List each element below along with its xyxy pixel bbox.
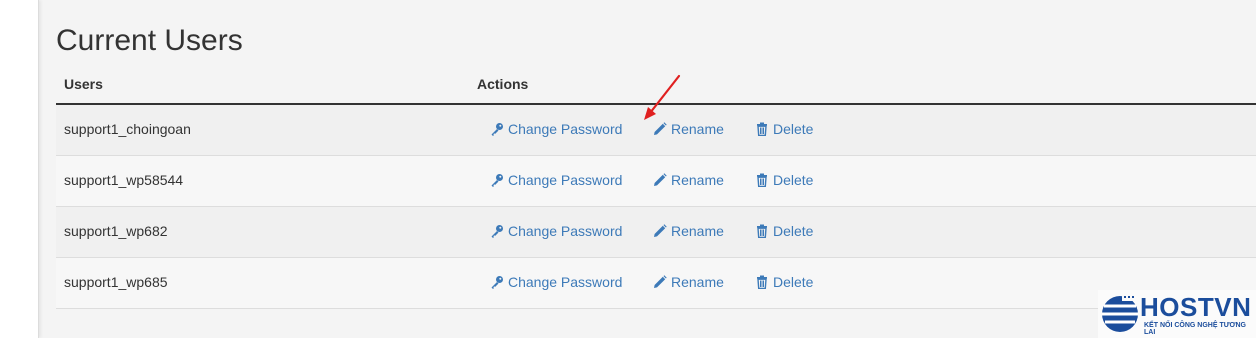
key-icon bbox=[490, 275, 504, 289]
delete-link[interactable]: Delete bbox=[755, 121, 813, 137]
key-icon bbox=[490, 224, 504, 238]
page-title: Current Users bbox=[56, 24, 243, 57]
trash-icon bbox=[755, 122, 769, 136]
key-icon bbox=[490, 122, 504, 136]
trash-icon bbox=[755, 275, 769, 289]
table-row: support1_wp682 Change Password Rename De… bbox=[56, 207, 1256, 258]
key-icon bbox=[490, 173, 504, 187]
column-header-users: Users bbox=[64, 76, 103, 92]
rename-link[interactable]: Rename bbox=[653, 121, 724, 137]
logo-name: HOSTVN bbox=[1140, 292, 1252, 322]
change-password-link[interactable]: Change Password bbox=[490, 172, 622, 188]
username-cell: support1_wp58544 bbox=[64, 172, 184, 188]
username-cell: support1_choingoan bbox=[64, 121, 191, 137]
sidebar-edge bbox=[0, 0, 39, 338]
rename-label: Rename bbox=[671, 223, 724, 239]
username-cell: support1_wp682 bbox=[64, 223, 168, 239]
column-header-actions: Actions bbox=[477, 76, 529, 92]
rename-label: Rename bbox=[671, 274, 724, 290]
rename-label: Rename bbox=[671, 172, 724, 188]
username-cell: support1_wp685 bbox=[64, 274, 168, 290]
annotation-arrow-icon bbox=[644, 74, 681, 120]
change-password-link[interactable]: Change Password bbox=[490, 274, 622, 290]
change-password-link[interactable]: Change Password bbox=[490, 121, 622, 137]
delete-link[interactable]: Delete bbox=[755, 172, 813, 188]
change-password-label: Change Password bbox=[508, 121, 623, 137]
pencil-icon bbox=[653, 275, 667, 289]
change-password-label: Change Password bbox=[508, 223, 623, 239]
change-password-label: Change Password bbox=[508, 274, 623, 290]
pencil-icon bbox=[653, 224, 667, 238]
trash-icon bbox=[755, 224, 769, 238]
delete-link[interactable]: Delete bbox=[755, 274, 813, 290]
rename-link[interactable]: Rename bbox=[653, 274, 724, 290]
delete-label: Delete bbox=[773, 172, 814, 188]
table-row: support1_wp58544 Change Password Rename … bbox=[56, 156, 1256, 207]
trash-icon bbox=[755, 173, 769, 187]
table-row: support1_wp685 Change Password Rename De… bbox=[56, 258, 1256, 309]
delete-link[interactable]: Delete bbox=[755, 223, 813, 239]
pencil-icon bbox=[653, 122, 667, 136]
rename-link[interactable]: Rename bbox=[653, 223, 724, 239]
delete-label: Delete bbox=[773, 121, 814, 137]
pencil-icon bbox=[653, 173, 667, 187]
hostvn-logo: HOSTVN KẾT NỐI CÔNG NGHỆ TƯƠNG LAI bbox=[1098, 290, 1256, 338]
delete-label: Delete bbox=[773, 274, 814, 290]
rename-label: Rename bbox=[671, 121, 724, 137]
hostvn-logo-icon bbox=[1102, 295, 1138, 332]
delete-label: Delete bbox=[773, 223, 814, 239]
change-password-label: Change Password bbox=[508, 172, 623, 188]
rename-link[interactable]: Rename bbox=[653, 172, 724, 188]
main-content: Current Users Users Actions support1_cho… bbox=[56, 0, 1256, 338]
logo-tagline: KẾT NỐI CÔNG NGHỆ TƯƠNG LAI bbox=[1144, 322, 1247, 336]
change-password-link[interactable]: Change Password bbox=[490, 223, 622, 239]
